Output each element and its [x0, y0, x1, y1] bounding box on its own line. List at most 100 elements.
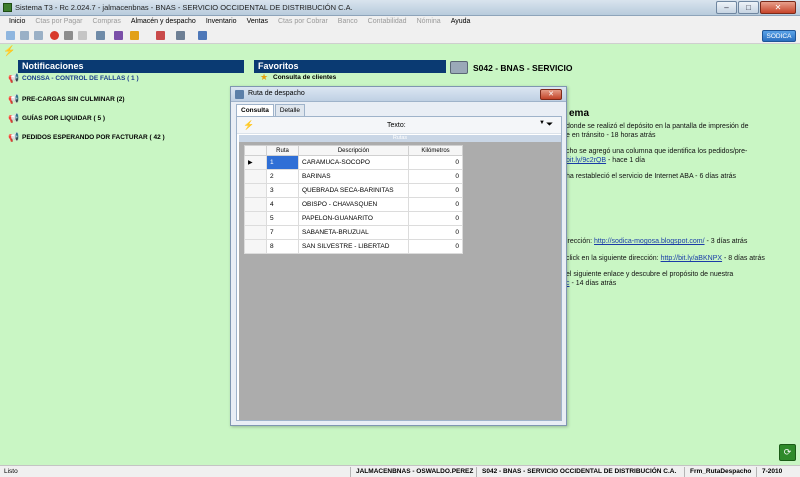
news-link[interactable]: http://bit.ly/aBKNPX: [661, 255, 722, 262]
table-row[interactable]: 2 BARINAS 0: [244, 169, 463, 184]
table-row[interactable]: 7 SABANETA-BRUZUAL 0: [244, 225, 463, 240]
toolbar: SODICA: [0, 28, 800, 44]
news-link[interactable]: http://sodica-mogosa.blogspot.com/: [594, 238, 705, 245]
cell-kilometros[interactable]: 0: [408, 183, 463, 198]
row-selector: [244, 225, 267, 240]
flash-icon[interactable]: ⚡: [3, 46, 15, 57]
menu-inicio[interactable]: Inicio: [4, 16, 30, 28]
brand-badge: SODICA: [762, 30, 796, 42]
cell-descripcion[interactable]: SAN SILVESTRE - LIBERTAD: [298, 239, 409, 254]
cell-kilometros[interactable]: 0: [408, 155, 463, 170]
column-header-ruta[interactable]: Ruta: [266, 145, 299, 156]
window-controls: – □ ✕: [716, 1, 796, 14]
tools-icon[interactable]: [198, 31, 207, 40]
cell-kilometros[interactable]: 0: [408, 211, 463, 226]
menu-almacen-despacho[interactable]: Almacén y despacho: [126, 16, 201, 28]
trash-icon[interactable]: [64, 31, 73, 40]
refresh-icon[interactable]: ⟳: [779, 444, 796, 461]
app-icon: [3, 3, 12, 12]
cell-descripcion[interactable]: QUEBRADA SECA-BARINITAS: [298, 183, 409, 198]
notification-item[interactable]: 📢 PRE-CARGAS SIN CULMINAR (2): [8, 94, 125, 104]
table-row[interactable]: 8 SAN SILVESTRE - LIBERTAD 0: [244, 239, 463, 254]
cell-kilometros[interactable]: 0: [408, 169, 463, 184]
help-icon[interactable]: [114, 31, 123, 40]
column-header-descripcion[interactable]: Descripción: [298, 145, 409, 156]
server-icon: [450, 61, 468, 74]
menu-inventario[interactable]: Inventario: [201, 16, 242, 28]
service-title: S042 - BNAS - SERVICIO: [473, 63, 573, 73]
megaphone-icon: 📢: [8, 73, 20, 83]
cell-kilometros[interactable]: 0: [408, 225, 463, 240]
menu-contabilidad[interactable]: Contabilidad: [363, 16, 412, 28]
menu-compras[interactable]: Compras: [87, 16, 125, 28]
news-line: bit.ly/9c2rQB - hace 1 día: [566, 157, 645, 164]
table-row[interactable]: 3 QUEBRADA SECA-BARINITAS 0: [244, 183, 463, 198]
dropdown-arrow-icon[interactable]: ▼: [539, 120, 545, 126]
status-state: Listo: [4, 468, 18, 475]
cell-ruta[interactable]: 7: [266, 225, 299, 240]
maximize-button[interactable]: □: [738, 1, 759, 14]
flash-disabled-icon[interactable]: [78, 31, 87, 40]
favorite-item[interactable]: Consulta de clientes: [273, 74, 336, 81]
flash-icon[interactable]: ⚡: [243, 120, 254, 131]
cell-descripcion[interactable]: OBISPO - CHAVASQUEN: [298, 197, 409, 212]
row-selector-header: [244, 145, 267, 156]
routes-grid-area: Rutas Ruta Descripción Kilómetros ▶ 1 CA…: [239, 135, 561, 420]
table-header-row: Ruta Descripción Kilómetros: [244, 145, 463, 156]
cell-descripcion[interactable]: CARAMUCA-SOCOPO: [298, 155, 409, 170]
tab-detalle[interactable]: Detalle: [274, 104, 306, 116]
cell-ruta[interactable]: 8: [266, 239, 299, 254]
tab-consulta[interactable]: Consulta: [236, 104, 274, 116]
cell-ruta[interactable]: 4: [266, 197, 299, 212]
cell-kilometros[interactable]: 0: [408, 197, 463, 212]
status-bar: Listo JALMACENBNAS - OSWALDO.PEREZ S042 …: [0, 465, 800, 477]
cell-descripcion[interactable]: PAPELON-GUANARITO: [298, 211, 409, 226]
row-selector: [244, 211, 267, 226]
menu-ctas-por-pagar[interactable]: Ctas por Pagar: [30, 16, 87, 28]
cell-descripcion[interactable]: SABANETA-BRUZUAL: [298, 225, 409, 240]
print-icon[interactable]: [96, 31, 105, 40]
menu-ayuda[interactable]: Ayuda: [446, 16, 476, 28]
cell-descripcion[interactable]: BARINAS: [298, 169, 409, 184]
cell-ruta[interactable]: 1: [266, 155, 299, 170]
menu-ventas[interactable]: Ventas: [242, 16, 273, 28]
megaphone-icon: 📢: [8, 132, 20, 142]
filter-icon[interactable]: ⏷: [546, 119, 553, 130]
minimize-button[interactable]: –: [716, 1, 737, 14]
close-window-button[interactable]: ✕: [760, 1, 796, 14]
building-icon[interactable]: [176, 31, 185, 40]
status-user: JALMACENBNAS - OSWALDO.PEREZ: [356, 468, 474, 475]
status-version: 7-2010: [762, 468, 783, 475]
open-icon[interactable]: [20, 31, 29, 40]
row-selector: [244, 183, 267, 198]
filter-text-input[interactable]: [410, 120, 540, 131]
news-link[interactable]: bit.ly/9c2rQB: [566, 157, 606, 164]
news-line: e en tránsito - 18 horas atrás: [566, 132, 656, 139]
menu-banco[interactable]: Banco: [333, 16, 363, 28]
new-document-icon[interactable]: [6, 31, 15, 40]
calendar-icon[interactable]: [156, 31, 165, 40]
cell-ruta[interactable]: 2: [266, 169, 299, 184]
column-header-kilometros[interactable]: Kilómetros: [408, 145, 463, 156]
cell-ruta[interactable]: 3: [266, 183, 299, 198]
megaphone-icon: 📢: [8, 113, 20, 123]
cell-kilometros[interactable]: 0: [408, 239, 463, 254]
status-separator: [476, 467, 477, 477]
announce-icon[interactable]: [130, 31, 139, 40]
row-pointer-icon: ▶: [244, 155, 267, 170]
notification-item[interactable]: 📢 CONSSA - CONTROL DE FALLAS ( 1 ): [8, 73, 139, 83]
dialog-close-button[interactable]: ✕: [540, 89, 562, 100]
record-icon[interactable]: [50, 31, 59, 40]
tab-consulta-body: ⚡ Texto: ▼ ⏷ Rutas Ruta Descripción Kiló…: [236, 116, 562, 421]
menu-nomina[interactable]: Nómina: [412, 16, 446, 28]
notification-item[interactable]: 📢 GUÍAS POR LIQUIDAR ( 5 ): [8, 113, 105, 123]
dialog-titlebar[interactable]: Ruta de despacho ✕: [231, 87, 566, 102]
cell-ruta[interactable]: 5: [266, 211, 299, 226]
menu-bar: Inicio Ctas por Pagar Compras Almacén y …: [0, 16, 800, 28]
table-row[interactable]: ▶ 1 CARAMUCA-SOCOPO 0: [244, 155, 463, 170]
notification-item[interactable]: 📢 PEDIDOS ESPERANDO POR FACTURAR ( 42 ): [8, 132, 165, 142]
table-row[interactable]: 4 OBISPO - CHAVASQUEN 0: [244, 197, 463, 212]
save-icon[interactable]: [34, 31, 43, 40]
table-row[interactable]: 5 PAPELON-GUANARITO 0: [244, 211, 463, 226]
menu-ctas-por-cobrar[interactable]: Ctas por Cobrar: [273, 16, 333, 28]
